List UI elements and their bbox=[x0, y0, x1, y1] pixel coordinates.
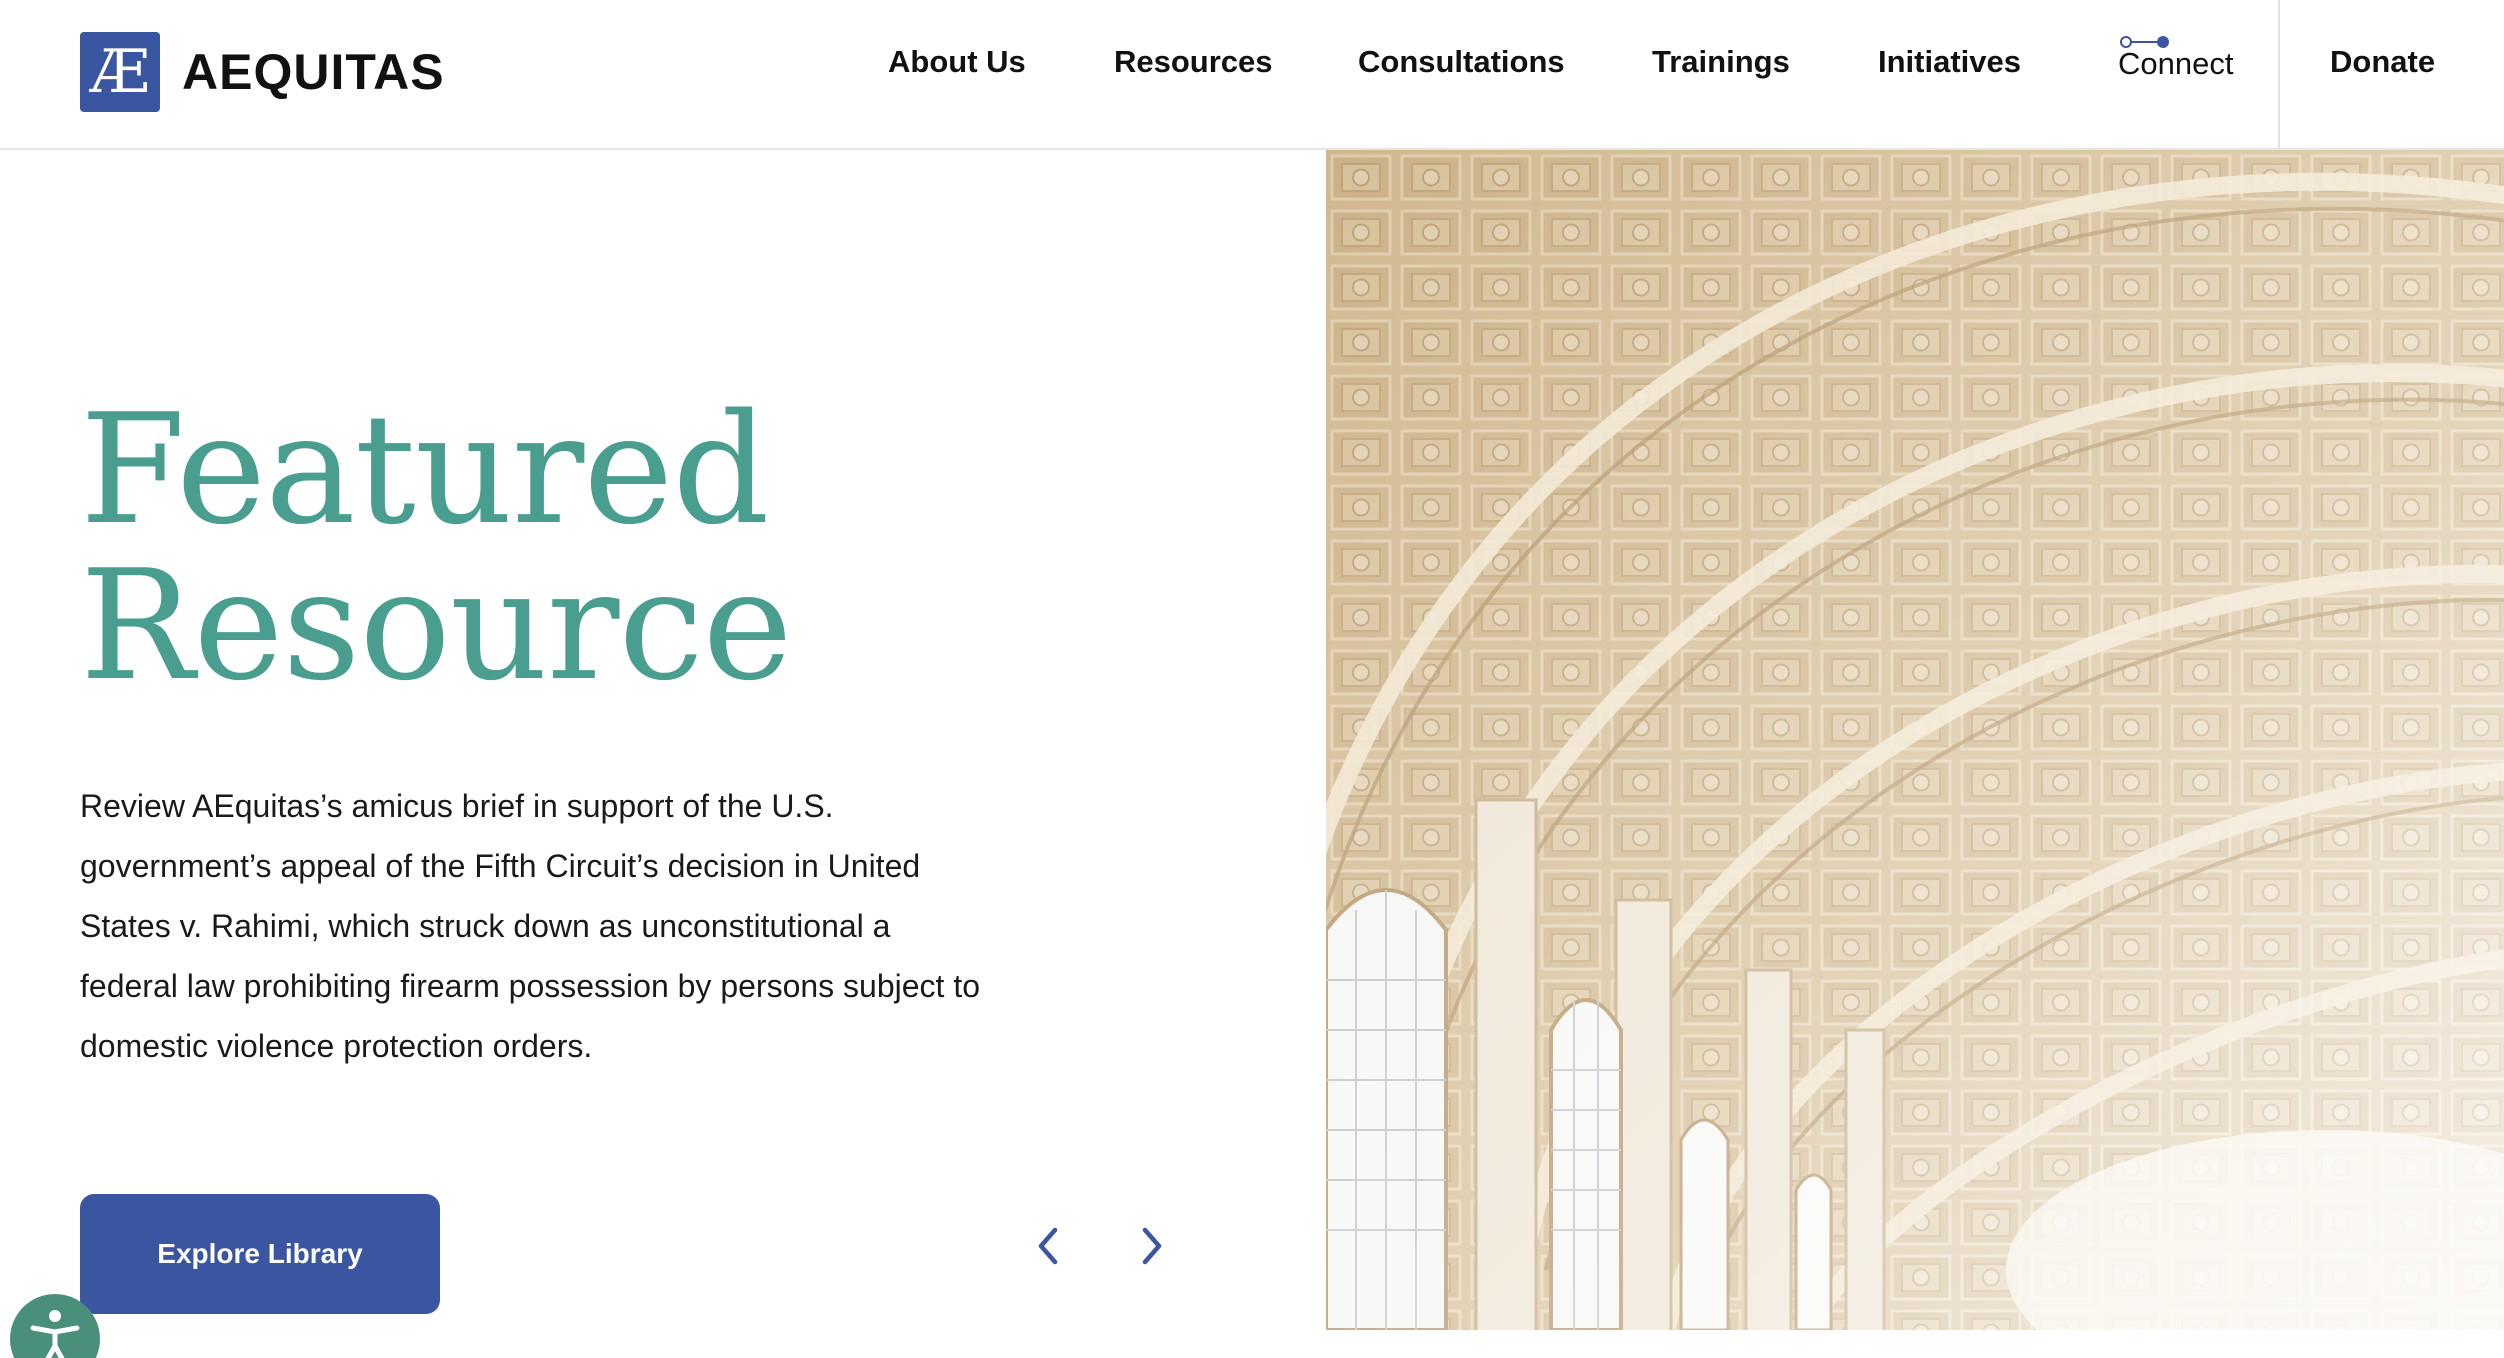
nav-connect-label: Connect bbox=[2118, 46, 2234, 81]
site-logo[interactable]: Æ AEQUITAS bbox=[80, 32, 445, 112]
logo-text: AEQUITAS bbox=[182, 44, 445, 100]
logo-mark: Æ bbox=[80, 32, 160, 112]
nav-about-us[interactable]: About Us bbox=[888, 44, 1026, 80]
carousel-next-button[interactable] bbox=[1128, 1222, 1176, 1270]
nav-consultations[interactable]: Consultations bbox=[1358, 44, 1565, 80]
hero-image bbox=[1326, 150, 2504, 1330]
nav-divider bbox=[2278, 0, 2280, 150]
nav-initiatives[interactable]: Initiatives bbox=[1878, 44, 2021, 80]
accessibility-icon bbox=[30, 1310, 80, 1358]
hero-title-line-2: Resource bbox=[80, 537, 793, 714]
nav-resources[interactable]: Resources bbox=[1114, 44, 1273, 80]
chevron-left-icon bbox=[1038, 1227, 1058, 1265]
chevron-right-icon bbox=[1142, 1227, 1162, 1265]
hero-title-line-1: Featured bbox=[80, 381, 770, 558]
site-header: Æ AEQUITAS About Us Resources Consultati… bbox=[0, 0, 2504, 150]
hero-description: Review AEquitas’s amicus brief in suppor… bbox=[80, 788, 981, 1064]
vaulted-ceiling-illustration bbox=[1326, 150, 2504, 1330]
carousel-prev-button[interactable] bbox=[1024, 1222, 1072, 1270]
hero-title: Featured Resource bbox=[80, 381, 793, 714]
explore-library-button[interactable]: Explore Library bbox=[80, 1194, 440, 1314]
nav-trainings[interactable]: Trainings bbox=[1652, 44, 1790, 80]
nav-donate[interactable]: Donate bbox=[2330, 44, 2435, 80]
